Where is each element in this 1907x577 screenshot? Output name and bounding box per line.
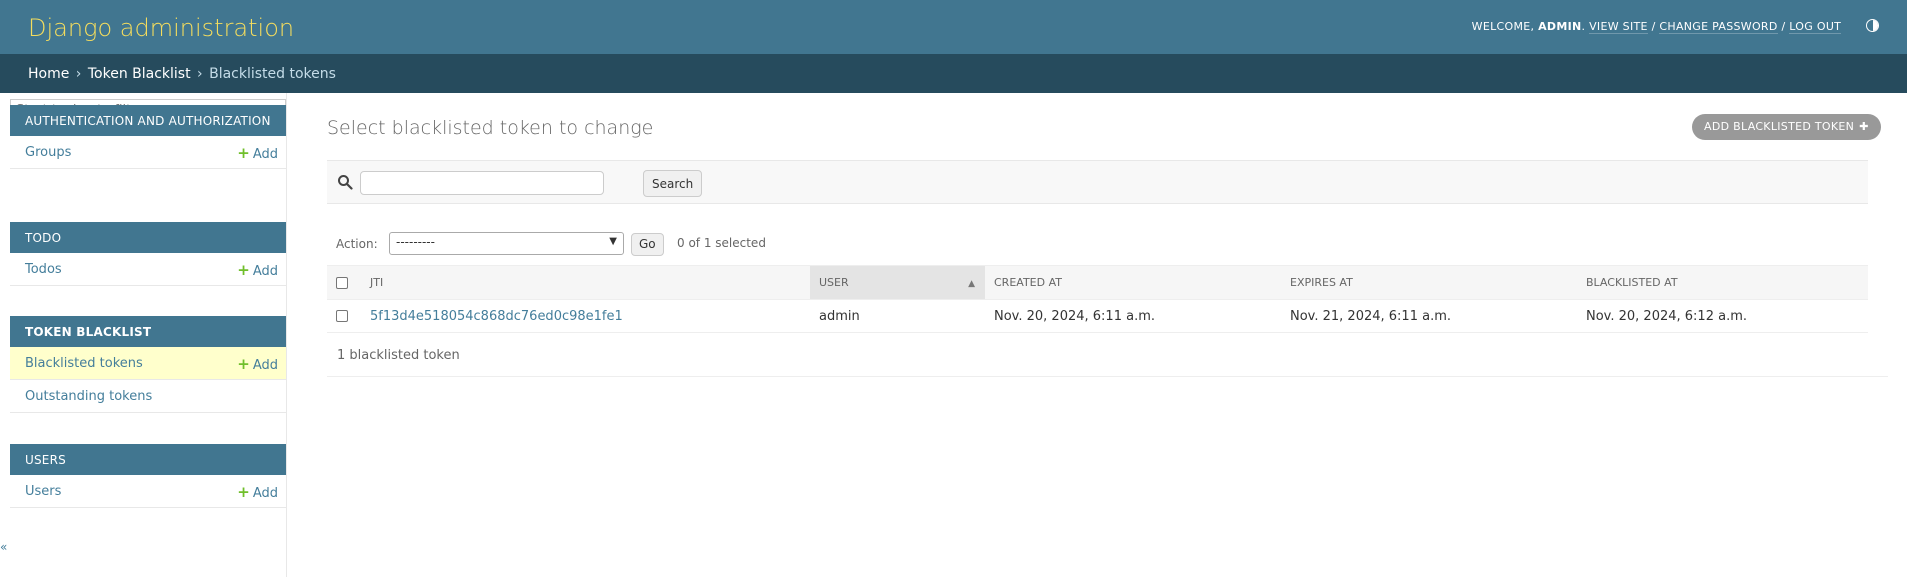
search-button[interactable]: Search [643, 170, 703, 197]
jti-link[interactable]: 5f13d4e518054c868dc76ed0c98e1fe1 [370, 309, 623, 324]
sidebar-item-link[interactable]: Users [25, 484, 61, 499]
user-cell: admin [810, 299, 985, 333]
module-users: Users Users + Add [10, 444, 286, 508]
column-header-user[interactable]: USER ▲ [810, 265, 985, 300]
username: ADMIN [1538, 20, 1582, 33]
action-label: Action: [336, 237, 378, 251]
plus-icon: ✚ [1859, 120, 1869, 133]
add-label: Add [252, 358, 278, 373]
add-label: Add [252, 147, 278, 162]
view-site-link[interactable]: VIEW SITE [1589, 20, 1648, 34]
module-caption[interactable]: Token Blacklist [10, 316, 286, 347]
sidebar-item-link[interactable]: Todos [25, 262, 62, 277]
action-select-value: --------- [396, 235, 435, 249]
plus-icon: + [237, 355, 250, 373]
add-blacklisted-token-button[interactable]: ADD BLACKLISTED TOKEN ✚ [1692, 114, 1881, 140]
add-users-link[interactable]: + Add [237, 483, 278, 501]
add-label: Add [252, 486, 278, 501]
user-tools: WELCOME, ADMIN. VIEW SITE / CHANGE PASSW… [1471, 20, 1842, 34]
breadcrumb-separator: › [197, 66, 203, 82]
action-select[interactable]: --------- ▼ [389, 232, 624, 255]
sidebar-item-blacklisted-tokens: Blacklisted tokens + Add [10, 347, 286, 380]
column-header-created-at[interactable]: CREATED AT [985, 265, 1281, 300]
search-icon [338, 175, 353, 190]
column-header-expires-at[interactable]: EXPIRES AT [1281, 265, 1577, 300]
separator: / [1651, 20, 1656, 33]
plus-icon: + [237, 483, 250, 501]
log-out-link[interactable]: LOG OUT [1789, 20, 1842, 34]
sidebar-item-todos: Todos + Add [10, 253, 286, 286]
site-branding[interactable]: Django administration [28, 14, 294, 42]
actions-bar: Action: --------- ▼ Go 0 of 1 selected [327, 228, 927, 258]
column-header-blacklisted-at[interactable]: BLACKLISTED AT [1577, 265, 1868, 300]
breadcrumb: Home › Token Blacklist › Blacklisted tok… [0, 54, 1907, 93]
breadcrumb-app[interactable]: Token Blacklist [88, 66, 191, 82]
module-todo: Todo Todos + Add [10, 222, 286, 286]
sidebar-item-link[interactable]: Groups [25, 145, 71, 160]
jti-cell: 5f13d4e518054c868dc76ed0c98e1fe1 [361, 299, 810, 333]
module-auth: Authentication and Authorization Groups … [10, 105, 286, 169]
results-table: JTI USER ▲ CREATED AT EXPIRES AT BLACKLIS… [327, 265, 1868, 333]
go-button[interactable]: Go [631, 233, 664, 256]
plus-icon: + [237, 261, 250, 279]
add-todos-link[interactable]: + Add [237, 261, 278, 279]
search-input[interactable] [360, 171, 604, 195]
table-header-row: JTI USER ▲ CREATED AT EXPIRES AT BLACKLIS… [327, 265, 1868, 300]
action-counter: 0 of 1 selected [677, 236, 766, 250]
separator: / [1781, 20, 1786, 33]
blacklisted-at-cell: Nov. 20, 2024, 6:12 a.m. [1577, 299, 1868, 333]
add-label: Add [252, 264, 278, 279]
created-at-cell: Nov. 20, 2024, 6:11 a.m. [985, 299, 1281, 333]
page-title: Select blacklisted token to change [327, 117, 654, 139]
sidebar-item-groups: Groups + Add [10, 136, 286, 169]
module-caption[interactable]: Users [10, 444, 286, 475]
table-row: 5f13d4e518054c868dc76ed0c98e1fe1 admin N… [327, 299, 1868, 333]
header-bar: Django administration WELCOME, ADMIN. VI… [0, 0, 1907, 54]
add-groups-link[interactable]: + Add [237, 144, 278, 162]
sidebar-item-link[interactable]: Blacklisted tokens [25, 356, 143, 371]
paginator: 1 blacklisted token [327, 333, 1888, 377]
add-blacklisted-token-link[interactable]: + Add [237, 355, 278, 373]
module-caption[interactable]: Authentication and Authorization [10, 105, 286, 136]
row-select-cell [327, 299, 361, 333]
nav-sidebar: Authentication and Authorization Groups … [10, 93, 287, 577]
sidebar-item-link[interactable]: Outstanding tokens [25, 389, 152, 404]
breadcrumb-separator: › [75, 66, 82, 82]
theme-toggle-icon[interactable] [1866, 19, 1879, 32]
breadcrumb-current: Blacklisted tokens [209, 66, 336, 82]
breadcrumb-home[interactable]: Home [28, 66, 69, 82]
select-all-cell [327, 265, 361, 300]
module-caption[interactable]: Todo [10, 222, 286, 253]
module-token-blacklist: Token Blacklist Blacklisted tokens + Add … [10, 316, 286, 413]
change-password-link[interactable]: CHANGE PASSWORD [1659, 20, 1778, 34]
search-toolbar: Search [327, 160, 1868, 204]
expires-at-cell: Nov. 21, 2024, 6:11 a.m. [1281, 299, 1577, 333]
welcome-text: WELCOME, [1471, 20, 1535, 33]
plus-icon: + [237, 144, 250, 162]
select-all-checkbox[interactable] [336, 277, 348, 289]
chevron-down-icon: ▼ [609, 236, 617, 247]
column-header-label: USER [819, 276, 849, 289]
add-button-label: ADD BLACKLISTED TOKEN [1704, 120, 1855, 133]
column-header-jti[interactable]: JTI [361, 265, 810, 300]
sidebar-item-users: Users + Add [10, 475, 286, 508]
sidebar-collapse-icon[interactable]: « [0, 540, 7, 554]
sort-ascending-icon[interactable]: ▲ [968, 279, 975, 289]
row-checkbox[interactable] [336, 310, 348, 322]
sidebar-item-outstanding-tokens: Outstanding tokens [10, 380, 286, 413]
